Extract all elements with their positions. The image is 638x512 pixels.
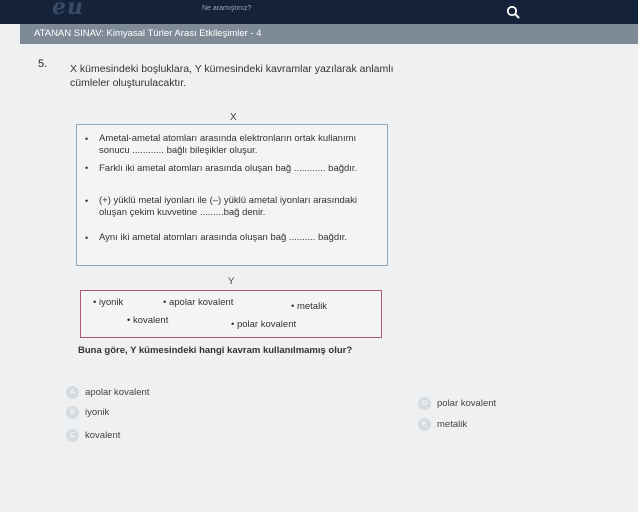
option-label: apolar kovalent [85, 387, 150, 398]
question-number: 5. [38, 58, 48, 70]
set-y-item: • kovalent [127, 315, 169, 326]
set-x-item: Farklı iki ametal atomları arasında oluş… [99, 163, 358, 174]
option-radio-icon[interactable]: E [418, 418, 431, 431]
set-y-box: • iyonik • apolar kovalent • metalik • k… [80, 290, 382, 338]
option-label: polar kovalent [437, 398, 497, 409]
option-radio-icon[interactable]: A [66, 386, 79, 399]
option-c[interactable]: C kovalent [66, 429, 120, 442]
option-radio-icon[interactable]: D [418, 397, 431, 410]
option-radio-icon[interactable]: C [66, 429, 79, 442]
search-icon [506, 5, 520, 19]
search-button[interactable] [496, 2, 530, 22]
option-a[interactable]: A apolar kovalent [66, 386, 149, 399]
set-x-item: Aynı iki ametal atomları arasında oluşan… [99, 232, 348, 243]
set-y-item: • apolar kovalent [163, 297, 234, 308]
question-area: 5. X kümesindeki boşluklara, Y kümesinde… [20, 44, 638, 512]
bullet-icon: • [85, 163, 89, 173]
option-label: iyonik [85, 407, 110, 418]
option-b[interactable]: B iyonik [66, 406, 109, 419]
option-d[interactable]: D polar kovalent [418, 397, 496, 410]
option-e[interactable]: E metalik [418, 418, 467, 431]
bullet-icon: • [85, 134, 89, 144]
question-stem: Buna göre, Y kümesindeki hangi kavram ku… [78, 345, 353, 356]
search-input[interactable]: Ne aramıştınız? [202, 5, 251, 12]
top-navigation-bar: eu Ne aramıştınız? [0, 0, 638, 24]
option-label: kovalent [85, 430, 121, 441]
exam-title-bar: ATANAN SINAV: Kimyasal Türler Arası Etki… [20, 24, 638, 44]
set-y-item: • iyonik [93, 297, 124, 308]
set-x-item: Ametal-ametal atomları arasında elektron… [99, 133, 357, 156]
set-y-item: • metalik [291, 301, 328, 312]
option-label: metalik [437, 419, 468, 430]
exam-title: ATANAN SINAV: Kimyasal Türler Arası Etki… [34, 28, 262, 39]
set-y-label: Y [228, 276, 235, 287]
bullet-icon: • [85, 196, 89, 206]
set-x-item: (+) yüklü metal iyonları ile (–) yüklü a… [99, 195, 357, 218]
option-radio-icon[interactable]: B [66, 406, 79, 419]
set-x-label: X [230, 112, 237, 123]
set-x-box: • Ametal-ametal atomları arasında elektr… [76, 124, 388, 266]
bullet-icon: • [85, 233, 89, 243]
site-logo[interactable]: eu [52, 0, 84, 20]
set-y-item: • polar kovalent [231, 319, 297, 330]
question-text: X kümesindeki boşluklara, Y kümesindeki … [70, 63, 394, 89]
